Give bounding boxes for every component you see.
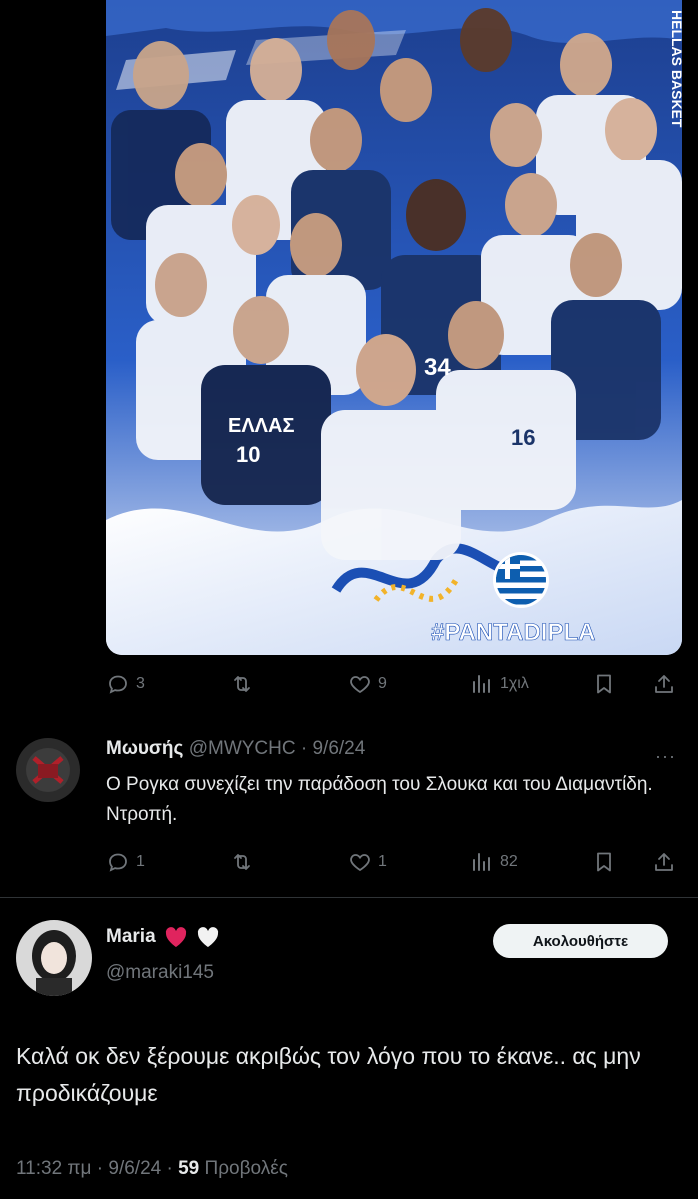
- jersey-number-34: 34: [424, 354, 451, 381]
- tweet-time[interactable]: 11:32 πμ: [16, 1158, 91, 1179]
- bookmark-button[interactable]: [592, 672, 616, 696]
- reply-repost-button[interactable]: [230, 850, 260, 874]
- reply-author-name[interactable]: Μωυσής: [106, 738, 183, 759]
- main-author-name[interactable]: Maria: [106, 926, 156, 948]
- team-poster-illustration: ΕΛΛΑΣ 10 34 16 HELLAS BASKET #PANTADIPLA: [106, 0, 682, 655]
- analytics-icon: [473, 675, 490, 693]
- jersey-text: ΕΛΛΑΣ: [228, 415, 294, 437]
- follow-button[interactable]: Ακολουθήστε: [493, 924, 668, 958]
- share-icon: [655, 853, 673, 871]
- views-label: Προβολές: [204, 1158, 288, 1179]
- reply-share-button[interactable]: [652, 850, 676, 874]
- repost-icon: [234, 676, 250, 692]
- post-media-image[interactable]: ΕΛΛΑΣ 10 34 16 HELLAS BASKET #PANTADIPLA: [106, 0, 682, 655]
- heart-icon: [350, 676, 370, 694]
- reply-icon: [109, 675, 127, 694]
- share-icon: [655, 675, 673, 693]
- reply-like-button[interactable]: 1: [348, 850, 387, 874]
- reply-button[interactable]: 3: [106, 672, 145, 696]
- greek-flag-icon: [493, 552, 549, 608]
- views-number: 59: [178, 1158, 200, 1179]
- reply-header: Μωυσής @MWYCHC · 9/6/24: [106, 738, 365, 760]
- reply-icon: [109, 853, 127, 872]
- bookmark-icon: [597, 852, 611, 872]
- more-options-button[interactable]: ···: [655, 746, 676, 767]
- red-heart-icon: [165, 927, 186, 947]
- avatar-image: [16, 738, 80, 802]
- bookmark-icon: [597, 674, 611, 694]
- white-heart-icon: [197, 927, 218, 947]
- hashtag-text: #PANTADIPLA: [431, 619, 595, 646]
- main-author-handle[interactable]: @maraki145: [106, 962, 214, 984]
- hellas-basket-text: HELLAS BASKET: [669, 10, 682, 128]
- main-avatar[interactable]: [16, 920, 92, 996]
- reply-avatar[interactable]: [16, 738, 80, 802]
- views-count: 1χιλ: [500, 675, 529, 692]
- separator-dot: ·: [300, 738, 308, 759]
- jersey-number-16: 16: [511, 425, 535, 450]
- meta-dot: ·: [166, 1158, 173, 1179]
- avatar-image: [16, 920, 92, 996]
- divider: [0, 897, 698, 898]
- views-button[interactable]: 1χιλ: [470, 672, 529, 696]
- reply-views-button[interactable]: 82: [470, 850, 518, 874]
- meta-dot: ·: [96, 1158, 104, 1179]
- reply-reply-count: 1: [136, 853, 145, 870]
- tweet-meta: 11:32 πμ · 9/6/24 · 59 Προβολές: [16, 1158, 288, 1180]
- reply-reply-button[interactable]: 1: [106, 850, 145, 874]
- main-tweet-text: Καλά οκ δεν ξέρουμε ακριβώς τον λόγο που…: [16, 1043, 641, 1106]
- analytics-icon: [473, 853, 490, 871]
- share-button[interactable]: [652, 672, 676, 696]
- tweet-date[interactable]: 9/6/24: [108, 1158, 161, 1179]
- reply-bookmark-button[interactable]: [592, 850, 616, 874]
- main-author: Maria: [106, 926, 220, 948]
- repost-icon: [234, 854, 250, 870]
- jersey-number-10: 10: [236, 442, 260, 467]
- heart-icon: [350, 854, 370, 872]
- reply-like-count: 1: [378, 853, 387, 870]
- repost-button[interactable]: [230, 672, 260, 696]
- reply-views-count: 82: [500, 853, 518, 870]
- reply-author-handle[interactable]: @MWYCHC: [189, 738, 296, 759]
- like-button[interactable]: 9: [348, 672, 387, 696]
- reply-count: 3: [136, 675, 145, 692]
- like-count: 9: [378, 675, 387, 692]
- reply-text: Ο Ρογκα συνεχίζει την παράδοση του Σλουκ…: [106, 774, 653, 825]
- reply-date[interactable]: 9/6/24: [312, 738, 365, 759]
